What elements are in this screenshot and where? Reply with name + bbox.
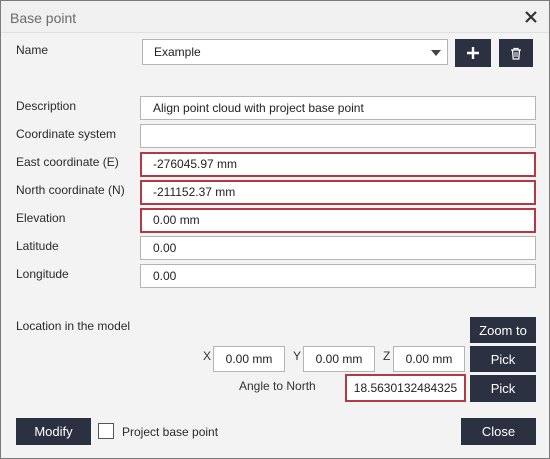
chevron-down-icon — [431, 50, 441, 56]
latitude-input[interactable]: 0.00 — [140, 236, 536, 260]
add-button[interactable] — [455, 39, 491, 67]
name-label: Name — [16, 43, 49, 57]
description-label: Description — [16, 99, 77, 113]
east-coordinate-input[interactable]: -276045.97 mm — [140, 152, 536, 177]
base-point-dialog: Base point Name Example Description Alig… — [0, 0, 550, 459]
delete-button[interactable] — [499, 39, 533, 67]
east-coordinate-label: East coordinate (E) — [16, 155, 119, 169]
description-input[interactable]: Align point cloud with project base poin… — [140, 96, 536, 120]
trash-icon — [511, 47, 521, 60]
name-select[interactable]: Example — [142, 39, 448, 65]
y-input[interactable]: 0.00 mm — [303, 346, 375, 372]
coordinate-system-label: Coordinate system — [16, 127, 117, 141]
close-icon[interactable] — [521, 7, 541, 27]
angle-to-north-input[interactable]: 18.5630132484325 — [345, 374, 466, 402]
longitude-input[interactable]: 0.00 — [140, 264, 536, 288]
x-input[interactable]: 0.00 mm — [213, 346, 285, 372]
north-coordinate-input[interactable]: -211152.37 mm — [140, 180, 536, 205]
modify-button[interactable]: Modify — [16, 418, 91, 445]
angle-to-north-label: Angle to North — [239, 379, 316, 393]
elevation-input[interactable]: 0.00 mm — [140, 208, 536, 233]
location-label: Location in the model — [16, 319, 131, 333]
close-button[interactable]: Close — [461, 418, 536, 445]
project-base-point-label: Project base point — [122, 425, 219, 439]
x-label: X — [203, 349, 212, 363]
y-label: Y — [293, 349, 302, 363]
pick-location-button[interactable]: Pick — [470, 346, 536, 372]
title-bar: Base point — [1, 1, 549, 33]
pick-angle-button[interactable]: Pick — [470, 375, 536, 402]
latitude-label: Latitude — [16, 239, 59, 253]
longitude-label: Longitude — [16, 267, 69, 281]
z-label: Z — [383, 349, 391, 363]
plus-icon — [467, 47, 479, 59]
elevation-label: Elevation — [16, 211, 66, 225]
name-select-value: Example — [154, 45, 201, 59]
z-input[interactable]: 0.00 mm — [393, 346, 465, 372]
coordinate-system-input[interactable] — [140, 124, 536, 148]
project-base-point-checkbox[interactable] — [98, 423, 114, 439]
dialog-title: Base point — [10, 10, 77, 26]
north-coordinate-label: North coordinate (N) — [16, 183, 125, 197]
zoom-to-button[interactable]: Zoom to — [470, 317, 536, 343]
